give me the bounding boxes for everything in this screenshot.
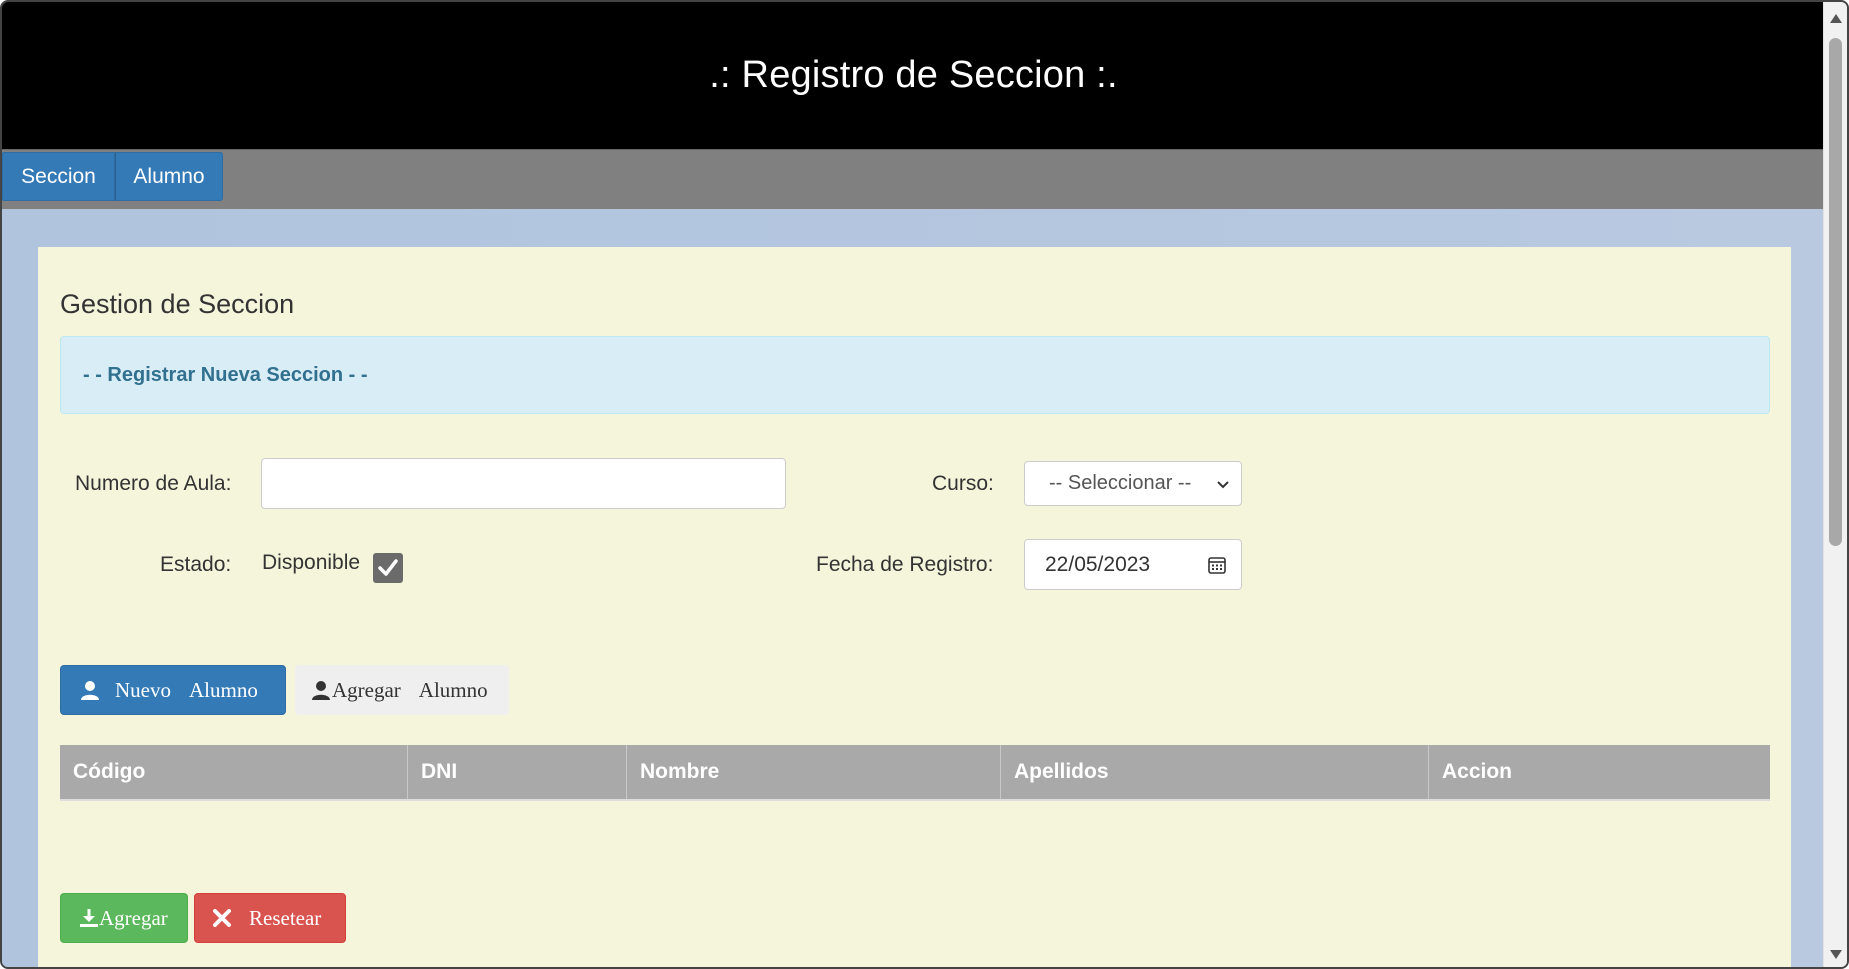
page-header: .: Registro de Seccion :. [2, 2, 1825, 149]
curso-selected-value: -- Seleccionar -- [1049, 472, 1192, 494]
fecha-label: Fecha de Registro: [816, 553, 994, 576]
table-header-accion[interactable]: Accion [1429, 745, 1770, 799]
navbar: Seccion Alumno [2, 149, 1825, 209]
nuevo-alumno-label-2: Alumno [189, 677, 258, 702]
close-icon [213, 909, 231, 927]
nuevo-alumno-label-1: Nuevo [115, 677, 171, 702]
alert-text: - - Registrar Nueva Seccion - - [83, 363, 368, 386]
fecha-value: 22/05/2023 [1045, 552, 1151, 576]
numero-aula-label: Numero de Aula: [75, 472, 232, 495]
curso-label: Curso: [932, 472, 994, 495]
agregar-button[interactable]: Agregar [60, 893, 188, 943]
nav-item-seccion[interactable]: Seccion [2, 152, 115, 201]
numero-aula-input[interactable] [261, 458, 786, 509]
nuevo-alumno-button[interactable]: Nuevo Alumno [60, 665, 286, 715]
check-icon [378, 559, 398, 576]
info-alert: - - Registrar Nueva Seccion - - [60, 336, 1770, 414]
scroll-down-icon[interactable] [1830, 950, 1842, 959]
resetear-label: Resetear [249, 905, 322, 930]
alumnos-table-header: Código DNI Nombre Apellidos Accion [60, 745, 1770, 801]
calendar-icon[interactable] [1207, 555, 1227, 575]
agregar-alumno-button[interactable]: Agregar Alumno [295, 665, 509, 715]
vertical-scrollbar[interactable] [1823, 2, 1847, 967]
estado-checkbox[interactable] [373, 553, 403, 583]
scroll-thumb[interactable] [1829, 38, 1842, 546]
panel-title: Gestion de Seccion [60, 289, 295, 319]
browser-window: .: Registro de Seccion :. Seccion Alumno… [0, 0, 1849, 969]
table-header-codigo[interactable]: Código [60, 745, 408, 799]
table-header-nombre[interactable]: Nombre [627, 745, 1001, 799]
resetear-button[interactable]: Resetear [194, 893, 346, 943]
table-header-dni[interactable]: DNI [408, 745, 627, 799]
user-icon [81, 681, 99, 700]
curso-select[interactable]: -- Seleccionar -- [1024, 461, 1242, 506]
chevron-down-icon [1217, 480, 1229, 488]
download-icon [80, 909, 98, 927]
page-title: .: Registro de Seccion :. [709, 54, 1118, 96]
table-header-apellidos[interactable]: Apellidos [1001, 745, 1429, 799]
estado-text: Disponible [262, 551, 361, 574]
estado-label: Estado: [160, 553, 232, 576]
agregar-alumno-label-1: Agregar [332, 677, 401, 702]
agregar-alumno-label-2: Alumno [418, 677, 488, 702]
fecha-registro-input[interactable]: 22/05/2023 [1024, 539, 1242, 590]
scroll-up-icon[interactable] [1830, 14, 1842, 23]
agregar-label: Agregar [99, 905, 168, 930]
user-icon [312, 681, 330, 700]
nav-item-alumno[interactable]: Alumno [115, 152, 223, 201]
